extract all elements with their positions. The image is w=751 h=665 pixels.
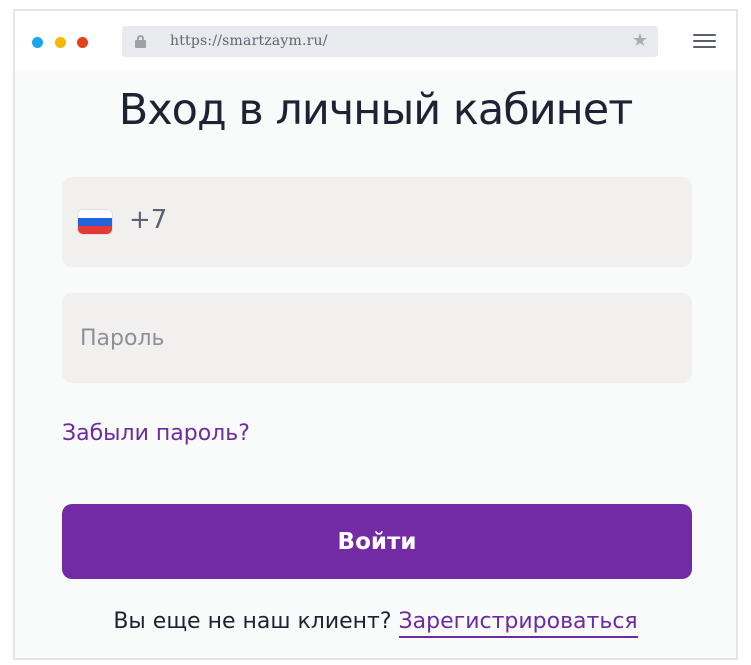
- browser-window: https://smartzaym.ru/ ★ Вход в личный ка…: [13, 9, 738, 660]
- register-row: Вы еще не наш клиент? Зарегистрироваться: [15, 609, 736, 638]
- register-link[interactable]: Зарегистрироваться: [398, 609, 638, 638]
- address-bar[interactable]: https://smartzaym.ru/ ★: [122, 26, 658, 57]
- hamburger-menu-icon[interactable]: [693, 34, 716, 50]
- russia-flag-icon[interactable]: [78, 210, 112, 234]
- url-text[interactable]: https://smartzaym.ru/: [170, 33, 328, 49]
- window-maximize-dot[interactable]: [55, 37, 66, 48]
- forgot-password-link[interactable]: Забыли пароль?: [62, 421, 250, 446]
- password-input[interactable]: [62, 293, 692, 383]
- window-minimize-dot[interactable]: [32, 37, 43, 48]
- phone-field[interactable]: +7: [62, 177, 692, 267]
- lock-icon: [135, 35, 146, 48]
- login-button[interactable]: Войти: [62, 504, 692, 579]
- star-icon[interactable]: ★: [632, 30, 648, 51]
- page-title: Вход в личный кабинет: [118, 85, 634, 135]
- window-close-dot[interactable]: [77, 37, 88, 48]
- password-field[interactable]: [62, 293, 692, 383]
- register-prompt: Вы еще не наш клиент?: [113, 609, 392, 634]
- phone-prefix: +7: [129, 205, 168, 235]
- browser-toolbar: https://smartzaym.ru/ ★: [15, 11, 736, 71]
